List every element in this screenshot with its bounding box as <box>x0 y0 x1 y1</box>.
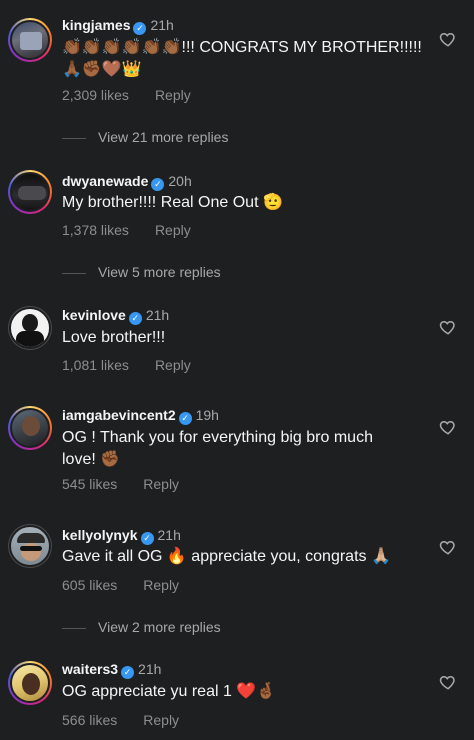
likes-count[interactable]: 1,378 likes <box>62 222 129 238</box>
comment-actions: 566 likes Reply <box>62 712 179 728</box>
comment-text: Gave it all OG 🔥 appreciate you, congrat… <box>62 548 391 565</box>
verified-badge-icon: ✓ <box>121 666 135 679</box>
view-replies-label: View 2 more replies <box>98 619 221 635</box>
view-replies-label: View 5 more replies <box>98 264 221 280</box>
heart-outline-icon[interactable] <box>439 30 457 48</box>
avatar[interactable] <box>8 170 52 214</box>
comment-actions: 545 likes Reply <box>62 476 179 492</box>
username[interactable]: waiters3 <box>62 661 118 677</box>
heart-outline-icon[interactable] <box>439 673 457 691</box>
reply-button[interactable]: Reply <box>155 87 191 103</box>
comment-text: Love brother!!! <box>62 329 166 346</box>
comment-header: kellyolynyk ✓ 21h <box>62 526 181 545</box>
verified-badge-icon: ✓ <box>128 312 142 325</box>
divider-line <box>62 627 86 629</box>
comment-actions: 1,081 likes Reply <box>62 357 191 373</box>
username[interactable]: kevinlove <box>62 307 126 323</box>
timestamp: 19h <box>195 407 219 423</box>
view-more-replies-button[interactable]: View 2 more replies <box>62 619 221 635</box>
reply-button[interactable]: Reply <box>155 222 191 238</box>
comment-actions: 605 likes Reply <box>62 577 179 593</box>
divider-line <box>62 137 86 139</box>
reply-button[interactable]: Reply <box>143 476 179 492</box>
comment-actions: 1,378 likes Reply <box>62 222 191 238</box>
avatar[interactable] <box>8 661 52 705</box>
comment-header: waiters3 ✓ 21h <box>62 660 161 679</box>
heart-outline-icon[interactable] <box>439 318 457 336</box>
reply-button[interactable]: Reply <box>143 577 179 593</box>
avatar[interactable] <box>8 524 52 568</box>
view-more-replies-button[interactable]: View 21 more replies <box>62 129 228 145</box>
timestamp: 21h <box>145 307 170 323</box>
view-more-replies-button[interactable]: View 5 more replies <box>62 264 221 280</box>
avatar[interactable] <box>8 306 52 350</box>
view-replies-label: View 21 more replies <box>98 129 229 145</box>
timestamp: 21h <box>150 17 174 33</box>
avatar[interactable] <box>8 18 52 62</box>
likes-count[interactable]: 605 likes <box>62 577 117 593</box>
comment-header: kingjames ✓ 21h <box>62 16 174 35</box>
likes-count[interactable]: 545 likes <box>62 476 117 492</box>
timestamp: 21h <box>138 661 162 677</box>
username[interactable]: kellyolynyk <box>62 527 138 543</box>
comment-text: My brother!!!! Real One Out 🫡 <box>62 194 283 211</box>
reply-button[interactable]: Reply <box>155 357 191 373</box>
comment-text: 👏🏾👏🏾👏🏾👏🏾👏🏾👏🏾!!! CONGRATS MY BROTHER!!!!!… <box>62 39 422 78</box>
username[interactable]: iamgabevincent2 <box>62 407 176 423</box>
comment-actions: 2,309 likes Reply <box>62 87 191 103</box>
verified-badge-icon: ✓ <box>133 22 147 35</box>
comment-header: kevinlove ✓ 21h <box>62 306 169 325</box>
verified-badge-icon: ✓ <box>151 178 165 191</box>
reply-button[interactable]: Reply <box>143 712 179 728</box>
comment-header: iamgabevincent2 ✓ 19h <box>62 406 219 425</box>
heart-outline-icon[interactable] <box>439 418 457 436</box>
username[interactable]: kingjames <box>62 17 130 33</box>
avatar[interactable] <box>8 406 52 450</box>
verified-badge-icon: ✓ <box>178 412 192 425</box>
likes-count[interactable]: 2,309 likes <box>62 87 129 103</box>
username[interactable]: dwyanewade <box>62 173 148 189</box>
timestamp: 20h <box>168 173 192 189</box>
comment-text: OG ! Thank you for everything big bro mu… <box>62 429 373 468</box>
comment-text: OG appreciate yu real 1 ❤️🤞🏾 <box>62 683 277 700</box>
likes-count[interactable]: 566 likes <box>62 712 117 728</box>
comments-feed: kingjames ✓ 21h 👏🏾👏🏾👏🏾👏🏾👏🏾👏🏾!!! CONGRATS M… <box>0 0 474 740</box>
likes-count[interactable]: 1,081 likes <box>62 357 129 373</box>
divider-line <box>62 272 86 274</box>
timestamp: 21h <box>157 527 181 543</box>
verified-badge-icon: ✓ <box>140 532 154 545</box>
heart-outline-icon[interactable] <box>439 538 457 556</box>
comment-header: dwyanewade ✓ 20h <box>62 172 192 191</box>
